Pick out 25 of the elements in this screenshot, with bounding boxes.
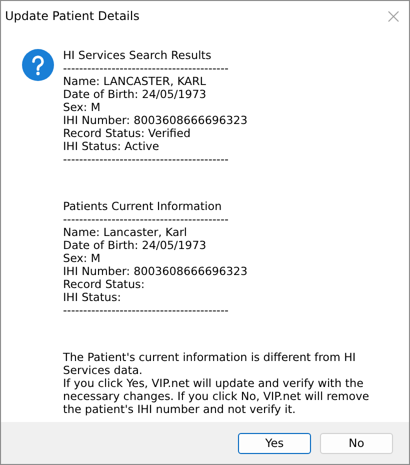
detail-line: Date of Birth: 24/05/1973 <box>63 239 208 252</box>
message-text: The Patient's current information is different from HI Services data. <box>63 351 357 377</box>
close-icon[interactable] <box>388 10 399 22</box>
yes-button[interactable]: Yes <box>238 432 311 454</box>
detail-line: IHI Number: 8003608666696323 <box>63 265 249 278</box>
message-text: If you click Yes, VIP.net will update and verify with the necessary changes. If you click No, VIP.net will remove the patient's IHI number and not verify it. <box>63 377 370 416</box>
section-heading: Patients Current Information <box>63 200 223 213</box>
dashed-rule: ----------------------------------------- <box>63 213 230 226</box>
window-title: Update Patient Details <box>5 9 140 23</box>
no-button[interactable]: No <box>320 432 393 454</box>
detail-line: Record Status: <box>63 278 146 291</box>
detail-line: Sex: M <box>63 101 102 114</box>
detail-line: IHI Status: Active <box>63 140 160 153</box>
detail-line: Sex: M <box>63 252 102 265</box>
detail-line: IHI Number: 8003608666696323 <box>63 114 249 127</box>
detail-line: IHI Status: <box>63 291 122 304</box>
detail-line: Date of Birth: 24/05/1973 <box>63 88 208 101</box>
detail-line: Record Status: Verified <box>63 127 192 140</box>
dashed-rule: ----------------------------------------- <box>63 304 230 317</box>
question-icon <box>22 49 54 81</box>
detail-line: Name: Lancaster, Karl <box>63 226 188 239</box>
section-heading: HI Services Search Results <box>63 49 212 62</box>
dashed-rule: ----------------------------------------- <box>63 153 230 166</box>
detail-line: Name: LANCASTER, KARL <box>63 75 207 88</box>
dashed-rule: ----------------------------------------- <box>63 62 230 75</box>
